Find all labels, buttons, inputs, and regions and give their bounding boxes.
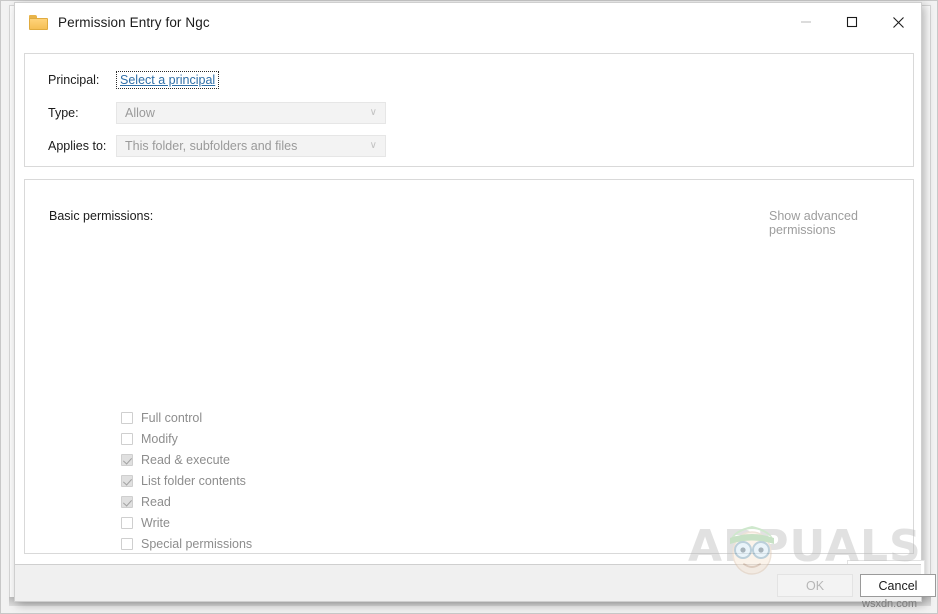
type-label: Type: [48, 106, 79, 120]
applies-to-dropdown[interactable]: This folder, subfolders and files ∨ [116, 135, 386, 157]
permission-checkbox[interactable] [121, 474, 133, 487]
principal-panel: Principal: Select a principal Type: Allo… [24, 53, 914, 167]
maximize-button[interactable] [829, 3, 875, 41]
principal-row: Principal: Select a principal [48, 71, 220, 89]
permission-checkbox[interactable] [121, 432, 133, 445]
basic-permissions-title: Basic permissions: [49, 209, 154, 223]
permission-label: Write [141, 515, 170, 530]
type-value: Allow [125, 106, 155, 120]
close-icon [892, 16, 904, 28]
minimize-button[interactable] [783, 3, 829, 41]
permission-checkbox[interactable] [121, 453, 133, 466]
permission-row[interactable]: Read & execute [121, 449, 252, 470]
screen: Permission Entry for Ngc Principal: Sele… [0, 0, 938, 614]
permission-label: Special permissions [141, 536, 253, 551]
close-button[interactable] [875, 3, 921, 41]
chevron-down-icon: ∨ [369, 107, 377, 118]
permission-row[interactable]: Modify [121, 428, 252, 449]
select-a-principal-link[interactable]: Select a principal [116, 71, 220, 89]
show-advanced-permissions-link[interactable]: Show advanced permissions [769, 209, 913, 237]
permission-row[interactable]: Special permissions [121, 533, 252, 554]
permission-row[interactable]: Read [121, 491, 252, 512]
wsxdn-watermark: wsxdn.com [862, 598, 918, 610]
principal-label: Principal: [48, 73, 100, 87]
ok-button[interactable]: OK [777, 574, 853, 597]
permission-checkbox[interactable] [121, 537, 133, 550]
applies-to-row: Applies to: This folder, subfolders and … [48, 135, 386, 157]
minimize-icon [801, 21, 811, 23]
applies-to-label: Applies to: [48, 139, 107, 153]
permission-row[interactable]: Full control [121, 407, 252, 428]
permission-row[interactable]: Write [121, 512, 252, 533]
type-dropdown[interactable]: Allow ∨ [116, 102, 386, 124]
permission-row[interactable]: List folder contents [121, 470, 252, 491]
title-bar: Permission Entry for Ngc [15, 3, 921, 41]
maximize-icon [846, 16, 858, 28]
permission-label: Read & execute [141, 452, 230, 467]
permission-label: Modify [141, 431, 178, 446]
type-row: Type: Allow ∨ [48, 102, 386, 124]
permissions-checkbox-list: Full control Modify Read & execute List fol… [121, 407, 252, 554]
permission-checkbox[interactable] [121, 516, 133, 529]
permission-entry-dialog: Permission Entry for Ngc Principal: Sele… [14, 2, 936, 602]
permission-label: List folder contents [141, 473, 246, 488]
chevron-down-icon: ∨ [369, 140, 377, 151]
basic-permissions-panel: Basic permissions: Show advanced permiss… [24, 179, 925, 584]
permission-label: Read [141, 494, 171, 509]
permission-label: Full control [141, 410, 203, 425]
folder-icon [29, 14, 48, 30]
window-controls [783, 3, 921, 41]
applies-to-value: This folder, subfolders and files [125, 139, 298, 153]
permission-checkbox[interactable] [121, 495, 133, 508]
window-title: Permission Entry for Ngc [58, 14, 210, 30]
cancel-button[interactable]: Cancel [860, 574, 936, 597]
permission-checkbox[interactable] [121, 411, 133, 424]
